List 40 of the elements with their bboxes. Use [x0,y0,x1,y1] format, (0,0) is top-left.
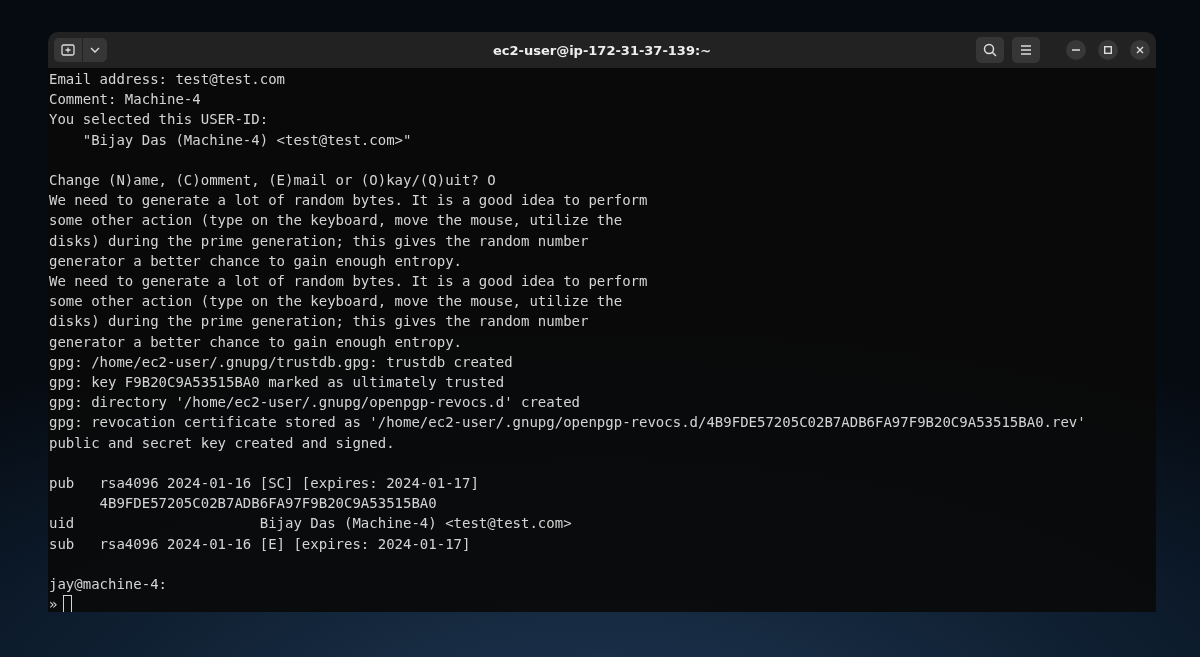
terminal-line: some other action (type on the keyboard, move the mouse, utilize the [49,292,623,312]
terminal-line: Email address: test@test.com [49,70,285,89]
terminal-line: You selected this USER-ID: [49,110,269,130]
terminal-line: Comment: Machine-4 [49,90,201,110]
terminal-line: pub rsa4096 2024-01-16 [SC] [expires: 2024-01-17] [49,474,479,494]
menu-icon [1020,45,1032,55]
new-tab-button[interactable] [54,38,82,62]
cursor-icon [63,595,73,612]
terminal-line: gpg: /home/ec2-user/.gnupg/trustdb.gpg: trustdb created [49,352,513,372]
terminal-line: Change (N)ame, (C)omment, (E)mail or (O)kay/(Q)uit? O [49,171,496,190]
terminal-line: public and secret key created and signed. [49,433,395,453]
terminal-line: gpg: revocation certificate stored as '/home/ec2-user/.gnupg/openpgp-revocs.d/4B9FDE57205C02B7ADB6FA97F9B20C9A53515BA0.rev' [49,413,1086,433]
minimize-icon [1072,49,1080,51]
dropdown-button[interactable] [83,38,107,62]
terminal-line: gpg: key F9B20C9A53515BA0 marked as ultimately trusted [49,373,505,393]
maximize-button[interactable] [1098,40,1118,60]
terminal-line: We need to generate a lot of random bytes. It is a good idea to perform [49,191,648,211]
terminal-line: generator a better chance to gain enough entropy. [49,332,462,352]
terminal-line: some other action (type on the keyboard, move the mouse, utilize the [49,211,623,231]
search-button[interactable] [976,37,1004,63]
terminal-line: sub rsa4096 2024-01-16 [E] [expires: 2024-01-17] [49,534,471,554]
terminal-line: "Bijay Das (Machine-4) <test@test.com>" [81,130,412,150]
prompt-symbol: » [49,595,58,612]
terminal-line: disks) during the prime generation; this gives the random number [49,231,589,251]
window-title: ec2-user@ip-172-31-37-139:~ [492,42,712,58]
new-tab-icon [61,44,75,56]
maximize-icon [1104,46,1112,54]
terminal-line: generator a better chance to gain enough entropy. [49,251,462,271]
terminal-line: gpg: directory '/home/ec2-user/.gnupg/openpgp-revocs.d' created [49,393,580,413]
close-button[interactable] [1130,40,1150,60]
menu-button[interactable] [1012,37,1040,63]
close-icon [1136,46,1144,54]
search-icon [983,43,997,57]
terminal-line: We need to generate a lot of random bytes. It is a good idea to perform [49,272,648,291]
terminal-line: 4B9FDE57205C02B7ADB6FA97F9B20C9A53515BA0 [98,494,437,514]
minimize-button[interactable] [1066,40,1086,60]
caret-icon [90,47,100,53]
terminal-line: disks) during the prime generation; this gives the random number [49,312,589,332]
terminal-line: uid Bijay Das (Machine-4) <test@test.com> [49,514,572,534]
terminal-line: jay@machine-4: [49,575,167,595]
